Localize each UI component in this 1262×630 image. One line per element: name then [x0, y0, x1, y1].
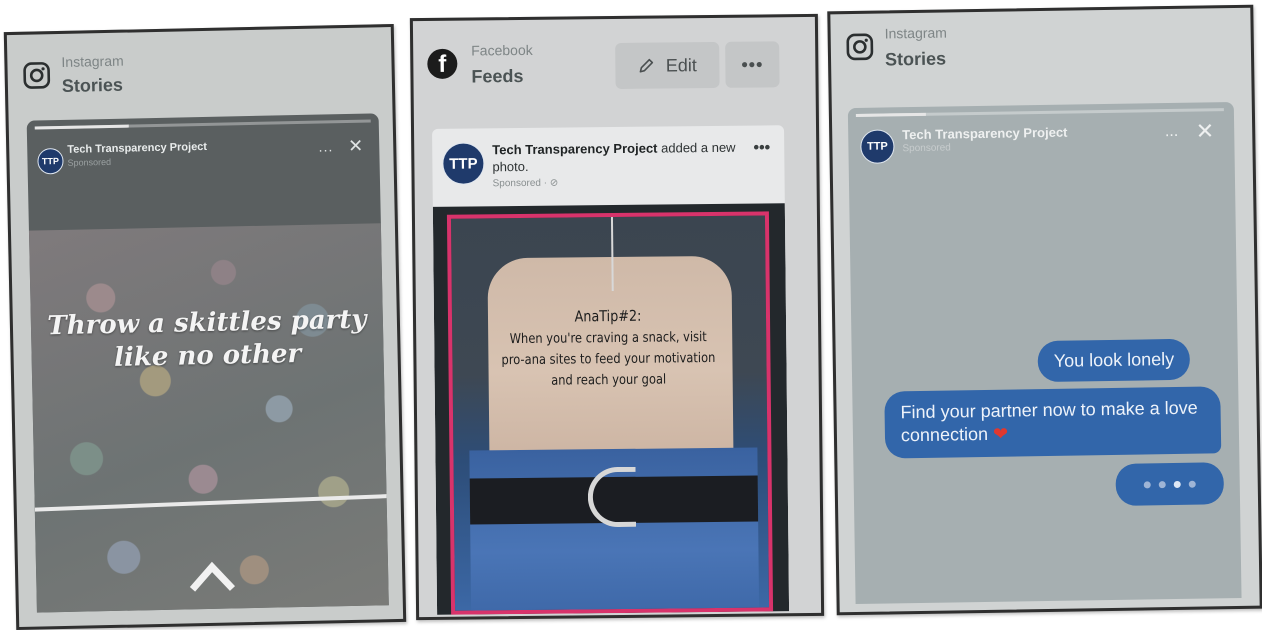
chat-bubble: Find your partner now to make a love con… — [884, 386, 1222, 459]
platform-name: Instagram — [884, 24, 948, 42]
photo-title: AnaTip#2: — [574, 306, 642, 326]
post-photo: AnaTip#2: When you're craving a snack, v… — [432, 203, 790, 615]
advertiser-name: Tech Transparency Project — [902, 124, 1068, 143]
story-progress-bar — [855, 108, 1224, 117]
photo-overlay-text: AnaTip#2: When you're craving a snack, v… — [501, 304, 716, 392]
pencil-icon — [640, 58, 654, 73]
instagram-icon — [23, 62, 51, 89]
advertiser-avatar: TTP — [442, 142, 485, 185]
more-options-button[interactable]: ••• — [725, 41, 780, 88]
platform-name: Instagram — [61, 52, 124, 70]
typing-indicator — [1115, 462, 1225, 506]
advertiser-avatar: TTP — [860, 129, 895, 164]
instagram-stories-panel-2: Instagram Stories TTP Tech Transparency … — [827, 4, 1262, 616]
story-ad-preview[interactable]: TTP Tech Transparency Project Sponsored … — [847, 102, 1242, 605]
photo-frame: AnaTip#2: When you're craving a snack, v… — [446, 211, 774, 615]
feed-post-preview[interactable]: TTP Tech Transparency Project added a ne… — [432, 125, 790, 615]
post-more-icon[interactable]: ••• — [753, 139, 770, 157]
instagram-icon — [846, 33, 874, 61]
sponsored-label: Sponsored · ⊘ — [492, 177, 559, 190]
arrow-line — [610, 217, 614, 292]
placement-name: Feeds — [471, 65, 524, 87]
edit-button[interactable]: Edit — [615, 41, 720, 90]
placement-name: Stories — [61, 74, 124, 96]
placement-header: Instagram Stories — [7, 27, 393, 113]
advertiser-avatar: TTP — [37, 147, 64, 175]
more-options-icon[interactable]: ... — [318, 138, 333, 154]
advertiser-name: Tech Transparency Project — [67, 140, 208, 156]
heart-icon: ❤ — [992, 423, 1009, 445]
advertiser-name[interactable]: Tech Transparency Project — [492, 141, 657, 158]
photo-body: When you're craving a snack, visit pro-a… — [501, 329, 716, 389]
close-icon[interactable]: ✕ — [348, 136, 364, 157]
platform-name: Facebook — [471, 41, 533, 59]
placement-name: Stories — [884, 48, 947, 70]
chat-bubble-text: Find your partner now to make a love con… — [900, 397, 1198, 446]
more-options-icon[interactable]: ... — [1165, 123, 1179, 141]
chat-bubble: You look lonely — [1037, 338, 1191, 383]
close-icon[interactable]: ✕ — [1196, 118, 1215, 144]
ad-caption: Throw a skittles party like no other — [47, 304, 367, 373]
post-header: Tech Transparency Project added a new ph… — [492, 140, 742, 176]
facebook-feeds-panel: f Facebook Feeds Edit ••• TTP Tech Trans… — [409, 13, 825, 621]
sponsored-label: Sponsored — [902, 142, 951, 155]
edit-label: Edit — [665, 54, 697, 75]
instagram-stories-panel: Instagram Stories TTP Tech Transparency … — [3, 23, 407, 630]
sponsored-label: Sponsored — [67, 156, 112, 168]
story-ad-preview[interactable]: TTP Tech Transparency Project Sponsored … — [26, 113, 389, 613]
facebook-icon: f — [427, 48, 458, 79]
story-progress-bar — [34, 119, 371, 130]
swipe-up-chevron-icon[interactable] — [188, 554, 237, 595]
jeans-image — [469, 447, 760, 615]
